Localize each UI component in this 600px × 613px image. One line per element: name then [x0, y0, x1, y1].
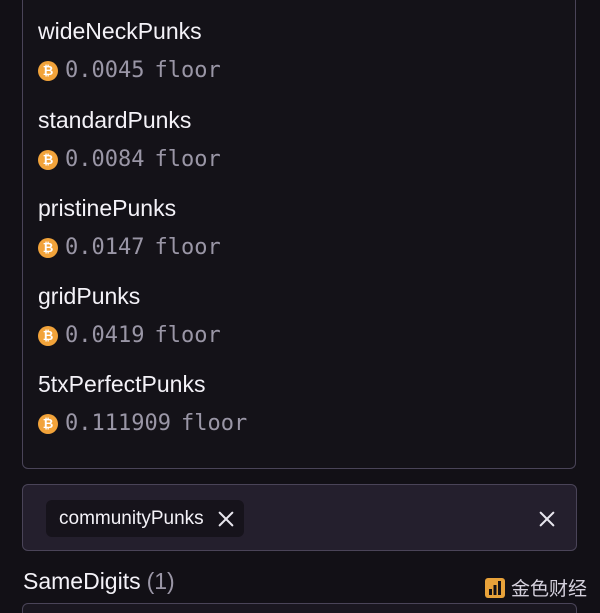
- section-box: [22, 603, 577, 613]
- floor-value: 0.0084: [65, 147, 145, 172]
- watermark: 金色财经: [484, 574, 587, 601]
- collection-name: wideNeckPunks: [38, 18, 202, 44]
- floor-label: floor: [154, 147, 221, 172]
- collection-dropdown: wideNeckPunks ₿ 0.0045 floor standardPun…: [22, 0, 576, 469]
- close-icon[interactable]: [218, 511, 234, 527]
- section-count: (1): [146, 568, 175, 594]
- collection-option[interactable]: pristinePunks ₿ 0.0147 floor: [38, 195, 221, 260]
- floor-value: 0.0147: [65, 235, 145, 260]
- floor-price: ₿ 0.111909 floor: [38, 411, 247, 436]
- bitcoin-icon: ₿: [38, 413, 58, 434]
- collection-option[interactable]: wideNeckPunks ₿ 0.0045 floor: [38, 18, 221, 83]
- floor-value: 0.111909: [65, 411, 171, 436]
- floor-price: ₿ 0.0147 floor: [38, 235, 221, 260]
- collection-name: 5txPerfectPunks: [38, 371, 206, 397]
- floor-value: 0.0045: [65, 58, 145, 83]
- floor-price: ₿ 0.0084 floor: [38, 147, 221, 172]
- floor-label: floor: [154, 58, 221, 83]
- collection-option[interactable]: standardPunks ₿ 0.0084 floor: [38, 107, 221, 172]
- collection-filter-input[interactable]: communityPunks: [22, 484, 577, 551]
- floor-label: floor: [154, 235, 221, 260]
- section-title: SameDigits (1): [23, 568, 175, 594]
- clear-filter-button[interactable]: [537, 509, 557, 529]
- watermark-text: 金色财经: [511, 578, 588, 600]
- bitcoin-icon: ₿: [38, 149, 58, 170]
- collection-name: gridPunks: [38, 283, 141, 309]
- floor-price: ₿ 0.0045 floor: [38, 58, 221, 83]
- collection-name: standardPunks: [38, 107, 192, 133]
- floor-label: floor: [154, 323, 221, 348]
- bitcoin-icon: ₿: [38, 325, 58, 346]
- floor-value: 0.0419: [65, 323, 145, 348]
- bitcoin-icon: ₿: [38, 237, 58, 258]
- chip-label: communityPunks: [59, 507, 204, 529]
- close-icon: [539, 511, 555, 527]
- floor-price: ₿ 0.0419 floor: [38, 323, 221, 348]
- bitcoin-icon: ₿: [38, 60, 58, 81]
- selected-filter-chip: communityPunks: [46, 500, 244, 537]
- collection-option[interactable]: 5txPerfectPunks ₿ 0.111909 floor: [38, 371, 247, 436]
- collection-name: pristinePunks: [38, 195, 177, 221]
- collection-option[interactable]: gridPunks ₿ 0.0419 floor: [38, 283, 221, 348]
- floor-label: floor: [180, 411, 248, 436]
- section-title-text: SameDigits: [23, 568, 141, 594]
- watermark-logo-icon: [485, 577, 505, 598]
